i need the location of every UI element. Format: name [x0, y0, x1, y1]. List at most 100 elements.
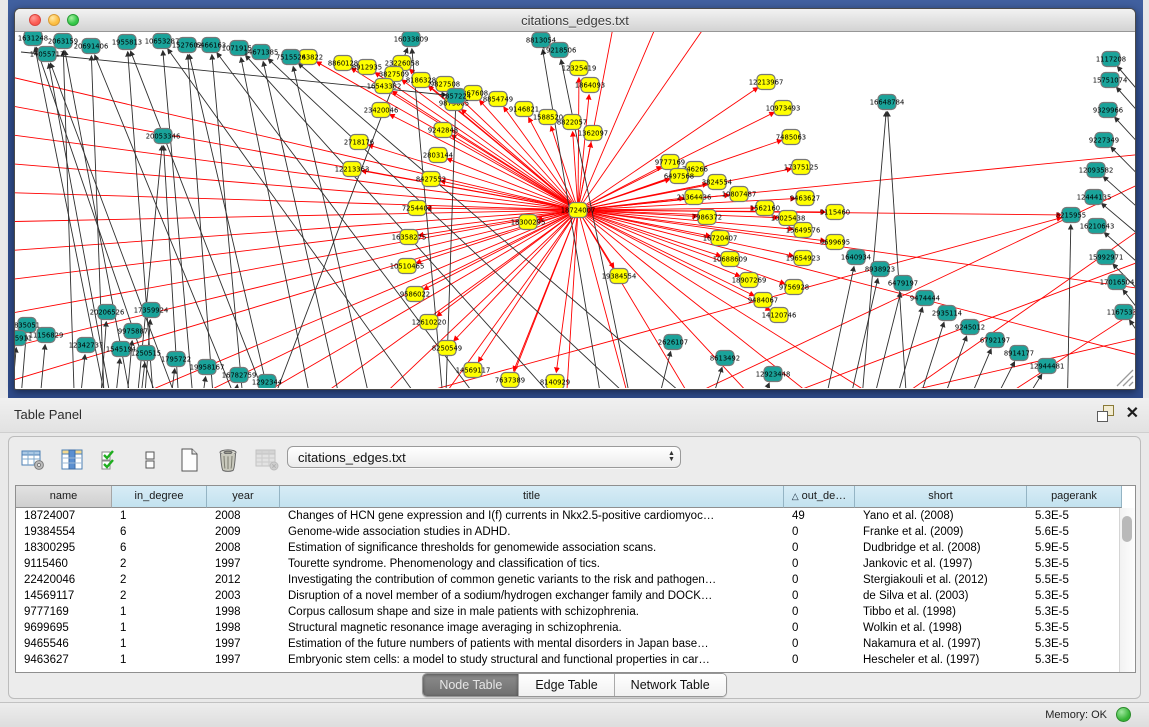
table-cell[interactable]: Investigating the contribution of common…: [280, 572, 784, 588]
table-cell[interactable]: 0: [784, 636, 855, 652]
table-cell[interactable]: 6: [112, 524, 207, 540]
tab-network-table[interactable]: Network Table: [615, 674, 726, 696]
table-cell[interactable]: 1997: [207, 556, 280, 572]
table-row[interactable]: 1830029562008Estimation of significance …: [16, 540, 1135, 556]
graph-node[interactable]: 20691406: [74, 39, 109, 54]
table-cell[interactable]: 5.3E-5: [1027, 588, 1122, 604]
graph-node[interactable]: 1955813: [112, 35, 142, 50]
graph-node[interactable]: 1795722: [161, 352, 191, 367]
column-header-pagerank[interactable]: pagerank: [1027, 486, 1122, 508]
table-cell[interactable]: 1: [112, 604, 207, 620]
table-cell[interactable]: 2: [112, 556, 207, 572]
table-settings-button[interactable]: [19, 447, 47, 473]
table-cell[interactable]: 5.9E-5: [1027, 540, 1122, 556]
graph-node[interactable]: 9242848: [428, 123, 458, 138]
table-row[interactable]: 1872400712008Changes of HCN gene express…: [16, 508, 1135, 524]
table-cell[interactable]: 2008: [207, 508, 280, 524]
table-cell[interactable]: 5.3E-5: [1027, 652, 1122, 668]
table-cell[interactable]: Estimation of significance thresholds fo…: [280, 540, 784, 556]
select-rows-check-button[interactable]: [97, 447, 125, 473]
graph-node[interactable]: 12213967: [749, 75, 784, 90]
graph-node[interactable]: 9463627: [790, 191, 820, 206]
graph-node[interactable]: 6479197: [888, 276, 918, 291]
delete-table-button[interactable]: [253, 447, 281, 473]
graph-node[interactable]: 8613492: [710, 351, 740, 366]
table-cell[interactable]: 1998: [207, 604, 280, 620]
table-row[interactable]: 911546021997Tourette syndrome. Phenomeno…: [16, 556, 1135, 572]
table-cell[interactable]: 18724007: [16, 508, 112, 524]
column-header-short[interactable]: short: [855, 486, 1027, 508]
table-cell[interactable]: 5.3E-5: [1027, 620, 1122, 636]
table-cell[interactable]: 1997: [207, 652, 280, 668]
table-cell[interactable]: de Silva et al. (2003): [855, 588, 1027, 604]
table-cell[interactable]: 9463627: [16, 652, 112, 668]
new-table-button[interactable]: [175, 447, 203, 473]
tab-node-table[interactable]: Node Table: [423, 674, 519, 696]
graph-node[interactable]: 12610220: [412, 315, 447, 330]
table-cell[interactable]: Tourette syndrome. Phenomenology and cla…: [280, 556, 784, 572]
graph-node[interactable]: 1631248: [18, 32, 48, 46]
graph-node[interactable]: 16210643: [1080, 219, 1115, 234]
graph-node[interactable]: 3824554: [702, 175, 732, 190]
table-row[interactable]: 977716911998Corpus callosum shape and si…: [16, 604, 1135, 620]
show-columns-button[interactable]: [58, 447, 86, 473]
column-header-year[interactable]: year: [207, 486, 280, 508]
close-panel-icon[interactable]: ✕: [1126, 405, 1139, 422]
graph-node[interactable]: 8914177: [1004, 346, 1034, 361]
graph-node[interactable]: 19384554: [602, 269, 637, 284]
graph-node[interactable]: 6792197: [980, 333, 1010, 348]
graph-node[interactable]: 21364436: [677, 190, 712, 205]
table-cell[interactable]: 1: [112, 652, 207, 668]
table-cell[interactable]: 0: [784, 588, 855, 604]
table-cell[interactable]: Corpus callosum shape and size in male p…: [280, 604, 784, 620]
table-cell[interactable]: Jankovic et al. (1997): [855, 556, 1027, 572]
table-cell[interactable]: 19384554: [16, 524, 112, 540]
graph-node[interactable]: 8938923: [865, 262, 895, 277]
column-header-outde[interactable]: △out_de…: [784, 486, 855, 508]
table-cell[interactable]: 22420046: [16, 572, 112, 588]
table-cell[interactable]: 0: [784, 540, 855, 556]
float-panel-icon[interactable]: [1097, 405, 1114, 422]
graph-node[interactable]: 12923448: [756, 367, 791, 382]
graph-node[interactable]: 9227349: [1089, 133, 1119, 148]
table-cell[interactable]: 2: [112, 588, 207, 604]
graph-node[interactable]: 16648784: [870, 95, 905, 110]
graph-node[interactable]: 1362097: [578, 126, 608, 141]
table-row[interactable]: 1938455462009Genome-wide association stu…: [16, 524, 1135, 540]
vertical-scrollbar[interactable]: [1119, 508, 1135, 672]
table-cell[interactable]: Estimation of the future numbers of pati…: [280, 636, 784, 652]
table-cell[interactable]: 1998: [207, 620, 280, 636]
graph-node[interactable]: 10510465: [390, 259, 425, 274]
graph-node[interactable]: 20206526: [90, 305, 125, 320]
tab-edge-table[interactable]: Edge Table: [519, 674, 614, 696]
graph-node[interactable]: 17359924: [134, 303, 169, 318]
graph-node[interactable]: 1117208: [1096, 52, 1126, 67]
graph-node[interactable]: 20053346: [146, 129, 181, 144]
table-cell[interactable]: 0: [784, 604, 855, 620]
graph-node[interactable]: 12213363: [335, 162, 370, 177]
table-cell[interactable]: 0: [784, 620, 855, 636]
graph-node[interactable]: 19654923: [786, 251, 821, 266]
graph-node[interactable]: 11675338: [1107, 305, 1135, 320]
table-cell[interactable]: 5.6E-5: [1027, 524, 1122, 540]
row-height-button[interactable]: [136, 447, 164, 473]
graph-node[interactable]: 10688609: [713, 252, 748, 267]
column-header-name[interactable]: name: [16, 486, 112, 508]
graph-node[interactable]: 12325419: [562, 61, 597, 76]
graph-node[interactable]: 7485063: [776, 130, 806, 145]
table-cell[interactable]: 1: [112, 636, 207, 652]
graph-node[interactable]: 8215955: [1056, 208, 1086, 223]
table-cell[interactable]: Wolkin et al. (1998): [855, 620, 1027, 636]
table-cell[interactable]: Structural magnetic resonance image aver…: [280, 620, 784, 636]
graph-node[interactable]: 9115460: [820, 205, 850, 220]
graph-node[interactable]: 1562160: [750, 201, 780, 216]
table-row[interactable]: 2242004622012Investigating the contribut…: [16, 572, 1135, 588]
table-cell[interactable]: Disruption of a novel member of a sodium…: [280, 588, 784, 604]
graph-node[interactable]: 2935114: [932, 306, 962, 321]
table-cell[interactable]: Tibbo et al. (1998): [855, 604, 1027, 620]
table-cell[interactable]: Yano et al. (2008): [855, 508, 1027, 524]
table-cell[interactable]: Embryonic stem cells: a model to study s…: [280, 652, 784, 668]
graph-node[interactable]: 8250549: [432, 341, 462, 356]
table-cell[interactable]: 18300295: [16, 540, 112, 556]
table-cell[interactable]: 2009: [207, 524, 280, 540]
